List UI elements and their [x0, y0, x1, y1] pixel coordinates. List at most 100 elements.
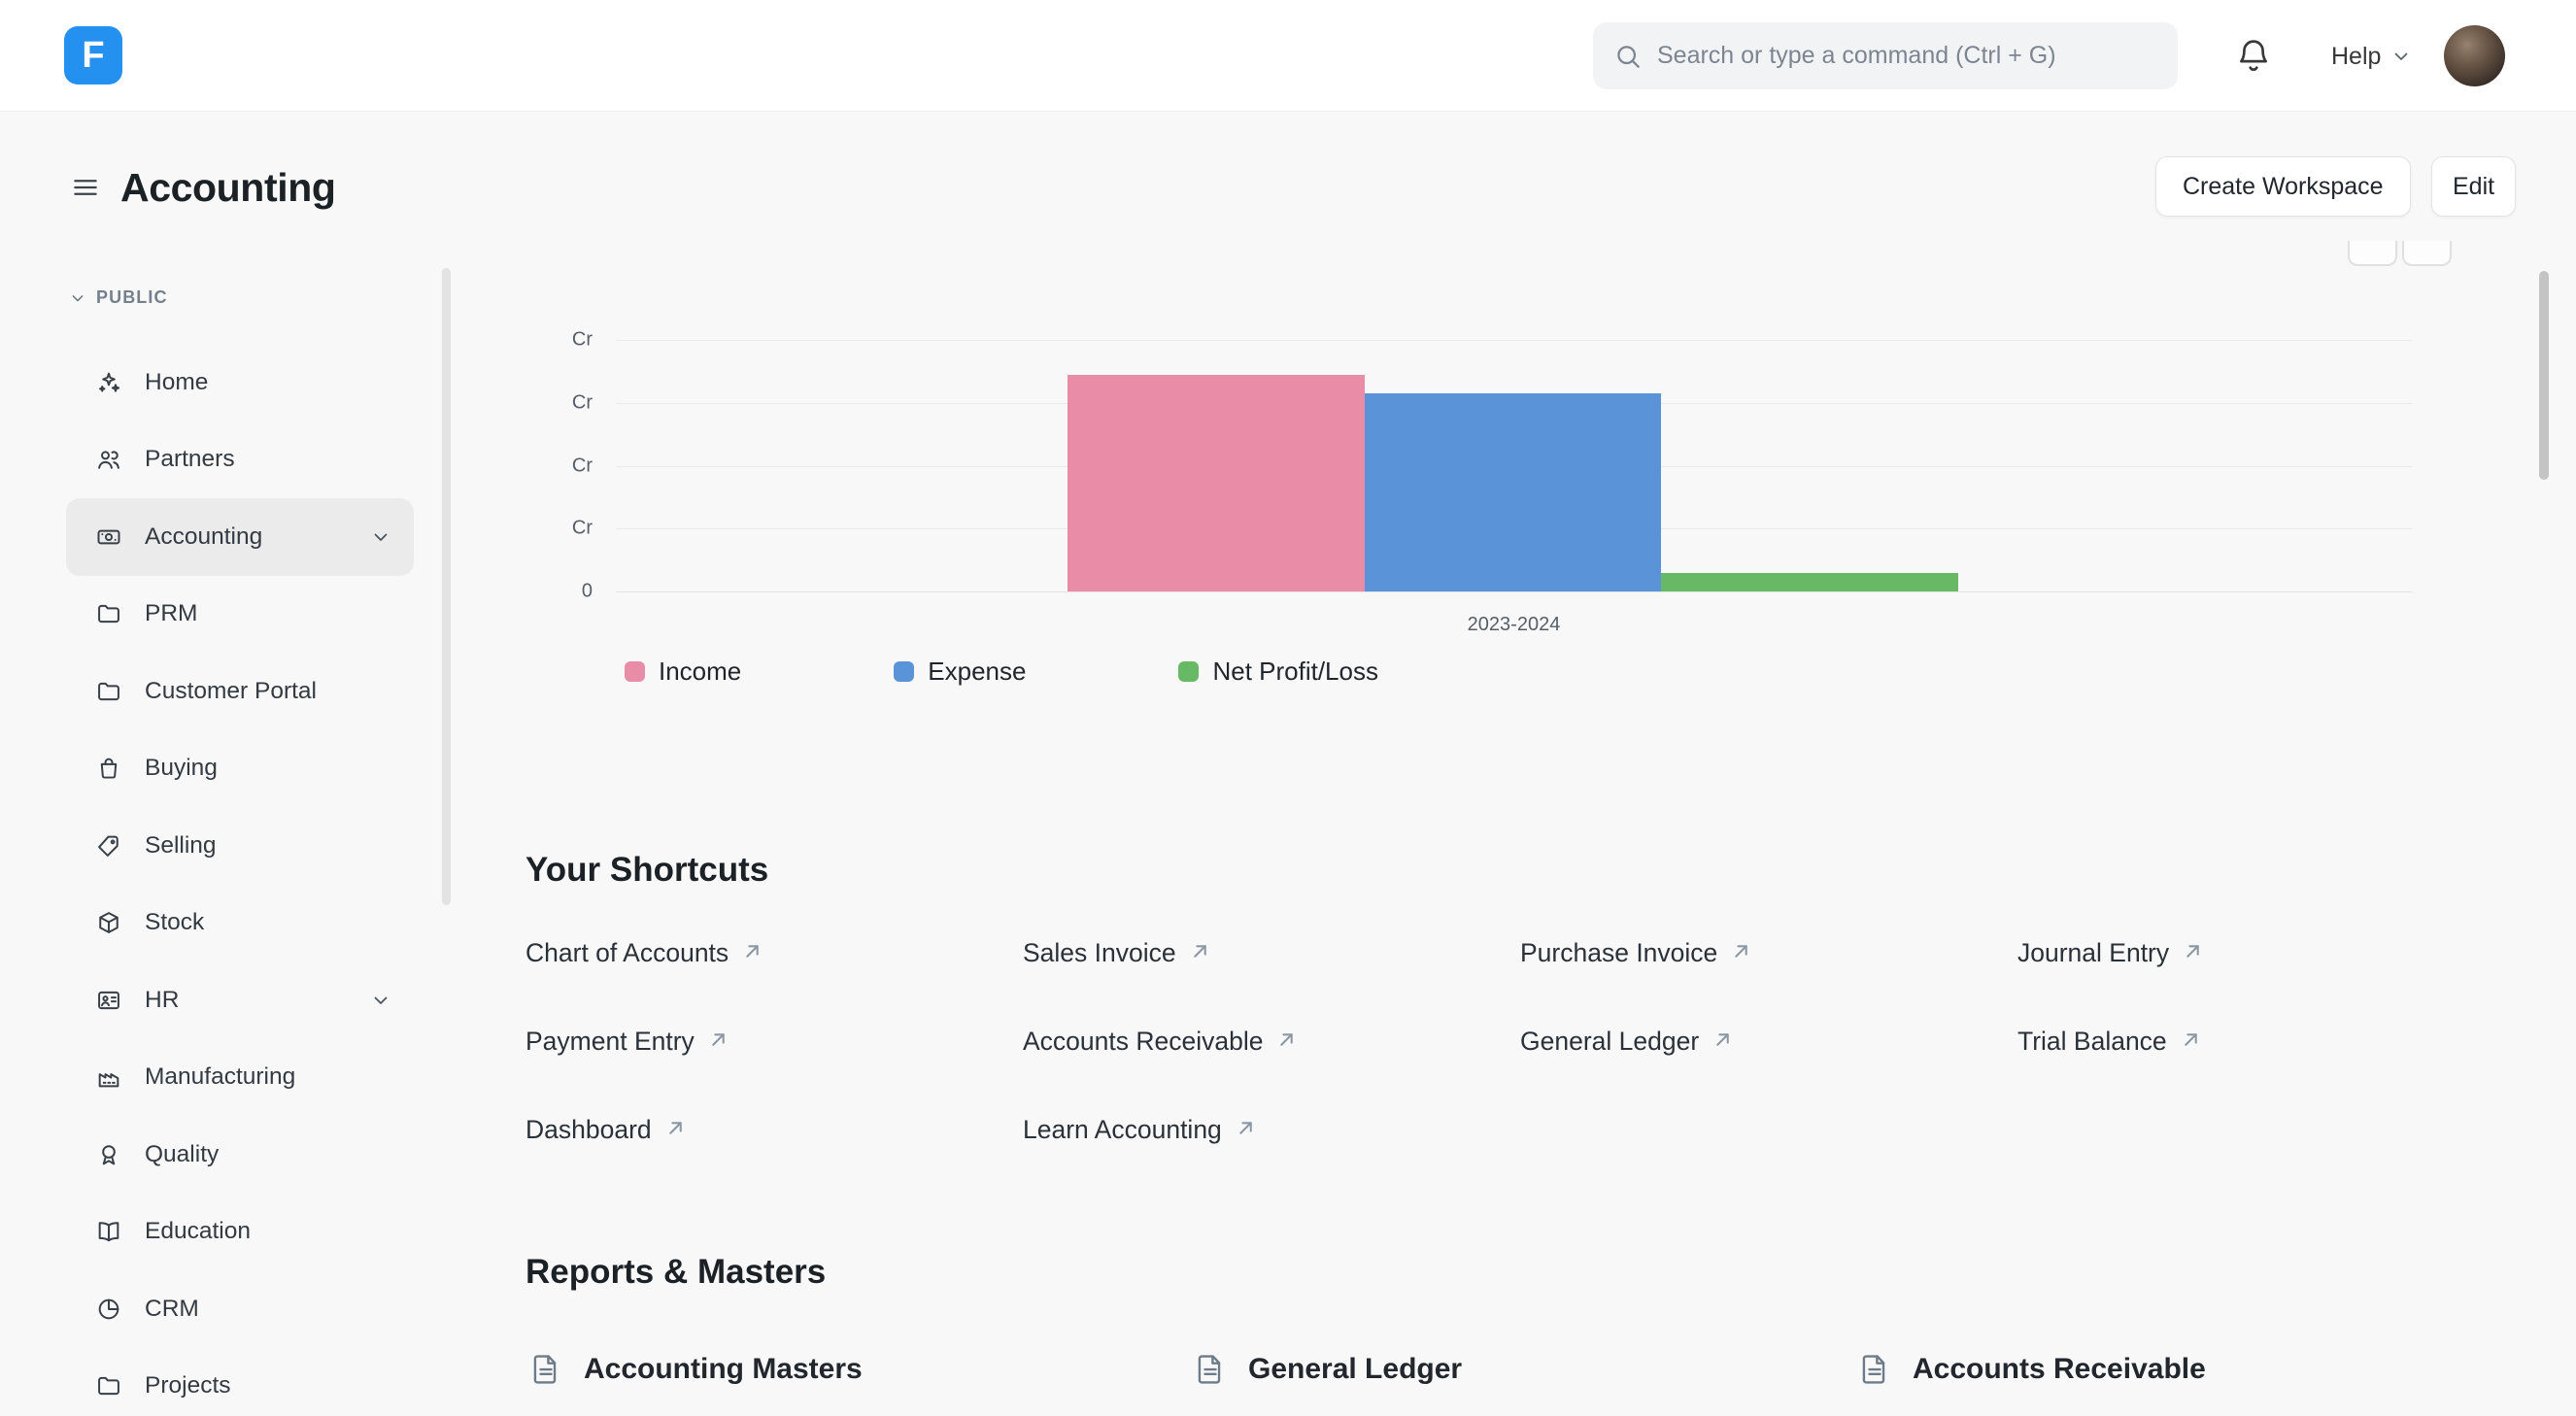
sidebar-item-manufacturing[interactable]: Manufacturing — [66, 1039, 414, 1117]
shortcut-label: Payment Entry — [525, 1027, 695, 1057]
sidebar-item-partners[interactable]: Partners — [66, 421, 414, 499]
arrow-up-right-icon — [740, 939, 764, 963]
sidebar-toggle-button[interactable] — [69, 171, 102, 204]
arrow-up-right-icon — [663, 1116, 688, 1140]
sidebar-item-stock[interactable]: Stock — [66, 885, 414, 962]
arrow-up-right-icon — [1188, 939, 1212, 963]
book-icon — [95, 1218, 122, 1245]
chart-legend: IncomeExpenseNet Profit/Loss — [625, 657, 1378, 687]
shortcut-label: Chart of Accounts — [525, 938, 729, 968]
shortcut-label: Journal Entry — [2017, 938, 2169, 968]
legend-item-expense: Expense — [894, 657, 1026, 687]
sidebar-scrollbar[interactable] — [442, 268, 451, 905]
shortcuts-title: Your Shortcuts — [525, 851, 768, 890]
sidebar-item-buying[interactable]: Buying — [66, 730, 414, 808]
shortcut-chart-of-accounts[interactable]: Chart of Accounts — [525, 938, 1023, 968]
shortcut-label: Dashboard — [525, 1115, 652, 1145]
sidebar-item-accounting[interactable]: Accounting — [66, 498, 414, 576]
sparkles-icon — [95, 369, 122, 396]
doc-icon — [1192, 1351, 1229, 1388]
shortcut-general-ledger[interactable]: General Ledger — [1520, 1027, 2017, 1057]
sidebar-item-hr[interactable]: HR — [66, 961, 414, 1039]
y-tick-label: Cr — [572, 518, 593, 540]
master-item-accounting-masters[interactable]: Accounting Masters — [527, 1351, 1192, 1388]
quality-icon — [95, 1141, 122, 1168]
people-icon — [95, 446, 122, 473]
badge-icon — [95, 987, 122, 1014]
sidebar-item-quality[interactable]: Quality — [66, 1116, 414, 1194]
box-icon — [95, 909, 122, 936]
sidebar-item-selling[interactable]: Selling — [66, 807, 414, 885]
help-label: Help — [2331, 43, 2381, 71]
shortcut-learn-accounting[interactable]: Learn Accounting — [1023, 1115, 1520, 1145]
shortcut-sales-invoice[interactable]: Sales Invoice — [1023, 938, 1520, 968]
bar-chart — [616, 340, 2412, 591]
sell-icon — [95, 832, 122, 860]
money-icon — [95, 523, 122, 551]
create-workspace-button[interactable]: Create Workspace — [2155, 156, 2411, 217]
arrow-up-right-icon — [2181, 939, 2205, 963]
sidebar-item-label: CRM — [145, 1296, 199, 1323]
help-menu[interactable]: Help — [2331, 39, 2413, 74]
shortcut-purchase-invoice[interactable]: Purchase Invoice — [1520, 938, 2017, 968]
chart-x-label: 2023-2024 — [616, 614, 2412, 636]
shortcut-trial-balance[interactable]: Trial Balance — [2017, 1027, 2515, 1057]
master-item-accounts-receivable[interactable]: Accounts Receivable — [1856, 1351, 2521, 1388]
sidebar-section-public[interactable]: PUBLIC — [68, 287, 168, 308]
reports-masters-title: Reports & Masters — [525, 1253, 826, 1292]
bag-icon — [95, 755, 122, 782]
sidebar-item-customer-portal[interactable]: Customer Portal — [66, 653, 414, 730]
edit-button[interactable]: Edit — [2431, 156, 2516, 217]
sidebar-item-label: Education — [145, 1218, 251, 1245]
sidebar-item-projects[interactable]: Projects — [66, 1348, 414, 1416]
page-title: Accounting — [120, 164, 335, 211]
sidebar-item-label: Quality — [145, 1141, 219, 1168]
sidebar-item-label: Projects — [145, 1372, 231, 1399]
legend-item-income: Income — [625, 657, 741, 687]
search-icon — [1612, 41, 1644, 72]
shortcut-links: Chart of Accounts Sales InvoicePurchase I… — [525, 909, 2515, 1174]
shortcut-label: General Ledger — [1520, 1027, 1699, 1057]
sidebar-item-crm[interactable]: CRM — [66, 1270, 414, 1348]
shortcut-dashboard[interactable]: Dashboard — [525, 1115, 1023, 1145]
shortcut-label: Accounts Receivable — [1023, 1027, 1263, 1057]
chevron-down-icon — [369, 525, 392, 549]
y-tick-label: 0 — [582, 581, 593, 603]
chart-y-axis: CrCrCrCr0 — [525, 340, 604, 591]
shortcut-accounts-receivable[interactable]: Accounts Receivable — [1023, 1027, 1520, 1057]
avatar[interactable] — [2444, 25, 2505, 86]
sidebar-item-label: Manufacturing — [145, 1063, 295, 1091]
y-tick-label: Cr — [572, 329, 593, 352]
chart-menu-button[interactable] — [2348, 241, 2397, 266]
sidebar-item-label: Customer Portal — [145, 678, 317, 705]
folder-icon — [95, 1372, 122, 1399]
chart-expand-button[interactable] — [2402, 241, 2452, 266]
sidebar-item-label: PRM — [145, 600, 197, 627]
arrow-up-right-icon — [1711, 1028, 1735, 1052]
notifications-button[interactable] — [2231, 33, 2276, 78]
arrow-up-right-icon — [1234, 1116, 1258, 1140]
legend-label: Income — [659, 657, 741, 687]
topbar: F Help — [0, 0, 2576, 112]
sidebar-item-education[interactable]: Education — [66, 1194, 414, 1271]
sidebar-item-label: Stock — [145, 909, 204, 936]
app-logo-letter: F — [82, 35, 104, 77]
shortcut-label: Purchase Invoice — [1520, 938, 1717, 968]
folder-icon — [95, 600, 122, 627]
app-logo[interactable]: F — [64, 26, 122, 84]
chart-pie-icon — [95, 1296, 122, 1323]
chevron-down-icon — [68, 288, 87, 308]
bell-icon — [2231, 33, 2276, 78]
shortcut-payment-entry[interactable]: Payment Entry — [525, 1027, 1023, 1057]
master-item-label: Accounts Receivable — [1913, 1353, 2206, 1386]
page-scrollbar[interactable] — [2539, 271, 2549, 480]
master-item-general-ledger[interactable]: General Ledger — [1192, 1351, 1856, 1388]
legend-swatch — [1178, 661, 1199, 682]
search-input[interactable] — [1657, 42, 2158, 70]
shortcut-journal-entry[interactable]: Journal Entry — [2017, 938, 2515, 968]
x-axis-line — [616, 591, 2412, 592]
sidebar-item-label: Accounting — [145, 523, 262, 551]
sidebar-item-home[interactable]: Home — [66, 344, 414, 421]
search-bar[interactable] — [1593, 22, 2178, 89]
sidebar-item-prm[interactable]: PRM — [66, 576, 414, 654]
